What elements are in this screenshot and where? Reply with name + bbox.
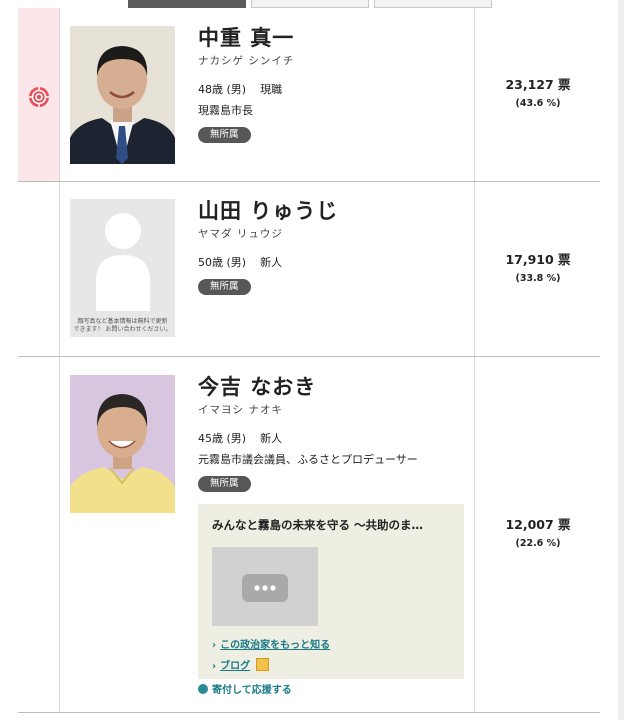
candidate-photo-placeholder[interactable]: 顔写真など基本情報は無料で更新 できます！ お問い合わせください。 xyxy=(70,199,175,337)
candidate-row-1: 中重 真一 ナカシゲ シンイチ 48歳 (男) 現職 現霧島市長 無所属 23,1… xyxy=(18,8,600,182)
tab-3[interactable] xyxy=(374,0,492,8)
vote-percent: (43.6 %) xyxy=(515,98,561,109)
winner-marker xyxy=(18,8,60,181)
chevron-right-icon: › xyxy=(212,661,217,672)
candidate-career: 元霧島市議会議員、ふるさとプロデューサー xyxy=(198,453,418,466)
promo-box: みんなと霧島の未来を守る ～共助のま… › この政治家をもっと知る › ブログ xyxy=(198,504,464,679)
blog-icon xyxy=(256,658,270,671)
vote-count: 23,127 票 xyxy=(505,77,571,92)
candidate-meta: 45歳 (男) 新人 xyxy=(198,430,418,446)
candidate-name[interactable]: 山田 りゅうじ xyxy=(198,198,338,224)
link-more-info[interactable]: › この政治家をもっと知る xyxy=(212,636,330,651)
candidate-status: 現職 xyxy=(260,83,283,96)
candidate-name[interactable]: 今吉 なおき xyxy=(198,374,418,400)
candidate-kana: ヤマダ リュウジ xyxy=(198,228,283,240)
donate-icon xyxy=(198,684,208,694)
row-marker xyxy=(18,357,60,712)
vote-count: 17,910 票 xyxy=(505,252,571,267)
candidate-photo[interactable] xyxy=(70,375,175,513)
candidate-career: 現霧島市長 xyxy=(198,104,253,117)
placeholder-note: 顔写真など基本情報は無料で更新 できます！ お問い合わせください。 xyxy=(73,318,172,333)
chevron-right-icon: › xyxy=(212,640,217,651)
video-thumbnail[interactable] xyxy=(212,547,318,626)
tab-1[interactable] xyxy=(128,0,246,8)
candidate-row-3: 今吉 なおき イマヨシ ナオキ 45歳 (男) 新人 元霧島市議会議員、ふるさとプ… xyxy=(18,357,600,713)
votes-cell: 12,007 票 (22.6 %) xyxy=(474,357,601,712)
candidate-kana: ナカシゲ シンイチ xyxy=(198,55,295,67)
page-scrollbar[interactable] xyxy=(618,0,624,720)
party-badge: 無所属 xyxy=(198,476,251,492)
candidate-meta: 48歳 (男) 現職 xyxy=(198,81,294,97)
candidate-name[interactable]: 中重 真一 xyxy=(198,25,294,51)
age-gender: 48歳 (男) xyxy=(198,83,247,96)
vote-percent: (22.6 %) xyxy=(515,538,561,549)
candidate-meta: 50歳 (男) 新人 xyxy=(198,254,338,270)
party-badge: 無所属 xyxy=(198,279,251,295)
row-marker xyxy=(18,182,60,356)
rose-icon xyxy=(29,87,49,107)
link-blog[interactable]: › ブログ xyxy=(212,657,270,672)
video-play-icon[interactable] xyxy=(242,574,288,602)
candidate-status: 新人 xyxy=(260,432,283,445)
donate-link[interactable]: 寄付して応援する xyxy=(198,681,292,696)
vote-percent: (33.8 %) xyxy=(515,273,561,284)
vote-count: 12,007 票 xyxy=(505,517,571,532)
candidate-kana: イマヨシ ナオキ xyxy=(198,404,283,416)
promo-title[interactable]: みんなと霧島の未来を守る ～共助のま… xyxy=(212,517,423,533)
age-gender: 50歳 (男) xyxy=(198,256,247,269)
votes-cell: 17,910 票 (33.8 %) xyxy=(474,182,601,356)
candidate-status: 新人 xyxy=(260,256,283,269)
candidate-row-2: 顔写真など基本情報は無料で更新 できます！ お問い合わせください。 山田 りゅう… xyxy=(18,182,600,357)
votes-cell: 23,127 票 (43.6 %) xyxy=(474,8,601,181)
age-gender: 45歳 (男) xyxy=(198,432,247,445)
tab-2[interactable] xyxy=(251,0,369,8)
candidate-photo[interactable] xyxy=(70,26,175,164)
party-badge: 無所属 xyxy=(198,127,251,143)
